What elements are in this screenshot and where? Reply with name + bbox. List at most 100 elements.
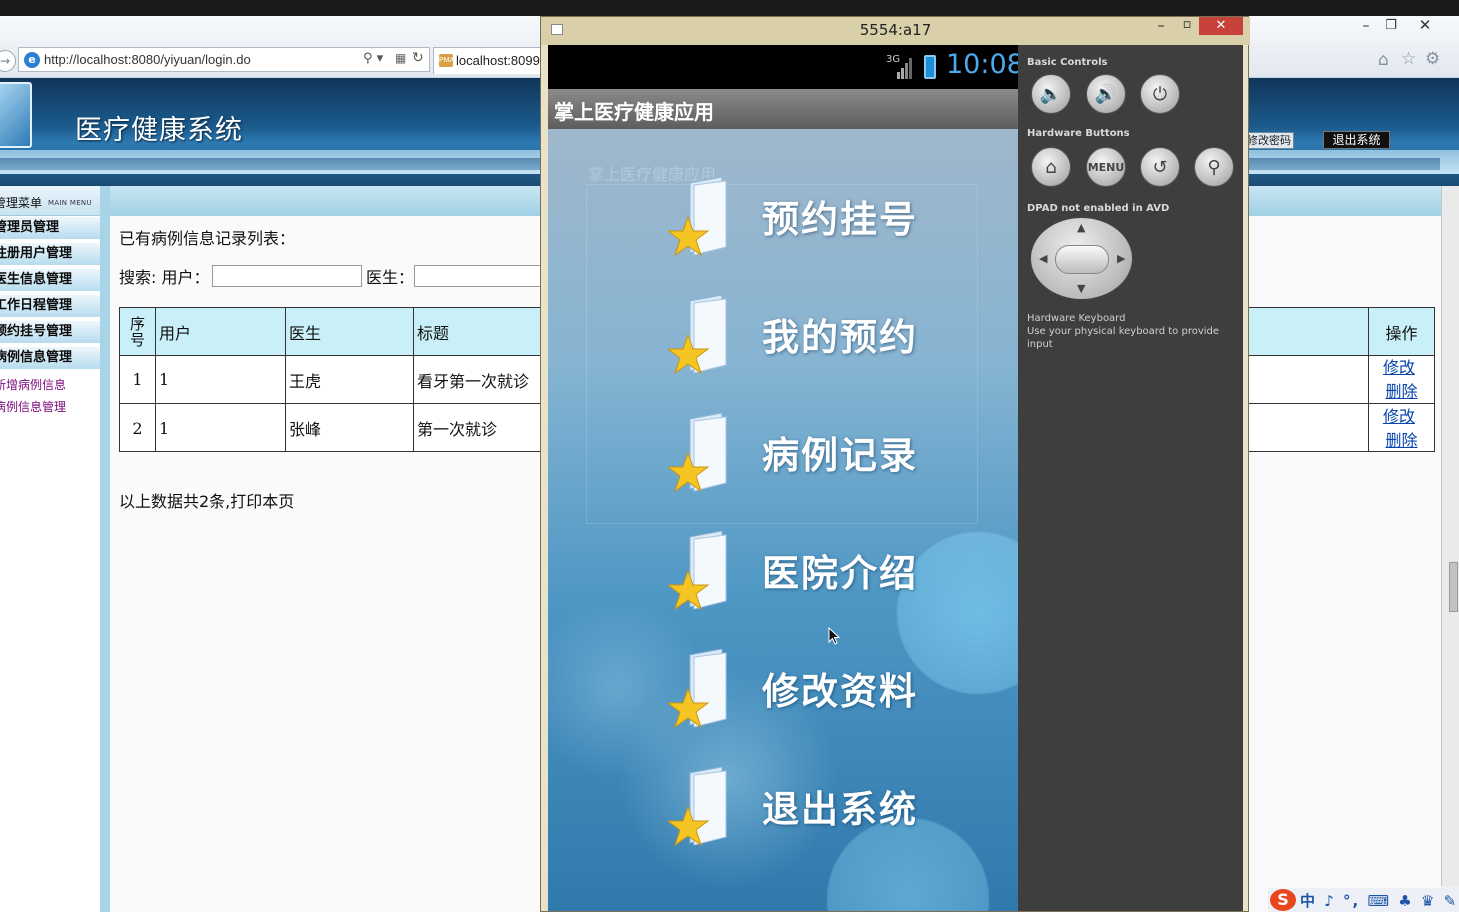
col-header-user: 用户 [156,308,286,356]
address-bar[interactable]: e http://localhost:8080/yiyuan/login.do … [18,47,430,72]
delete-link[interactable]: 删除 [1385,431,1417,450]
edit-link[interactable]: 修改 [1383,358,1415,377]
tab-favicon-icon: PMA [439,54,454,67]
cell-user: 1 [156,356,286,404]
menu-button[interactable]: MENU [1086,147,1126,187]
col-header-doctor: 医生 [286,308,414,356]
user-label: 用户： [161,268,210,287]
menu-tile-case-records[interactable]: 病例记录 [658,411,998,503]
menu-tile-my-appointments[interactable]: 我的预约 [658,293,998,385]
ime-status-icons[interactable]: 中 ♪ °, ⌨ ♣ ♛ ✎ [1300,890,1458,911]
search-doctor-label: 医生： [366,268,415,287]
folder-star-icon [668,413,727,493]
delete-link[interactable]: 删除 [1385,382,1417,401]
dpad-up-icon[interactable]: ▲ [1077,221,1085,234]
search-doctor-input[interactable] [414,265,554,287]
dpad-right-icon[interactable]: ▶ [1117,252,1125,265]
page-scrollbar[interactable] [1441,186,1459,886]
folder-star-icon [668,649,727,729]
basic-controls-heading: Basic Controls [1027,57,1108,68]
menu-tile-edit-profile[interactable]: 修改资料 [658,647,998,739]
folder-star-icon [668,767,727,847]
refresh-icon[interactable]: ↻ [412,50,424,66]
col-header-index: 序号 [120,308,156,356]
screen: → e http://localhost:8080/yiyuan/login.d… [0,0,1459,912]
ie-logo-icon: e [24,52,40,68]
cell-ops: 修改 删除 [1369,356,1434,404]
restore-icon[interactable]: ❐ [1380,18,1402,38]
search-user-label: 搜索: 用户： [119,264,210,288]
browser-tab[interactable]: PMA localhost:8099 [433,47,545,74]
volume-up-icon[interactable]: 🔊 [1086,74,1126,114]
col-header-ops: 操作 [1369,308,1434,356]
keyboard-hint: Use your physical keyboard to provide in… [1027,326,1220,350]
cell-index: 2 [120,404,156,452]
folder-star-icon [668,531,727,611]
ime-toolbar: S 中 ♪ °, ⌨ ♣ ♛ ✎ [1268,888,1459,912]
home-icon[interactable]: ⌂ [1031,147,1071,187]
back-arrow-icon[interactable]: → [0,50,16,72]
home-icon[interactable]: ⌂ [1378,50,1389,70]
close-icon[interactable]: ✕ [1405,16,1445,38]
edit-link[interactable]: 修改 [1383,407,1415,426]
menu-label: 病例记录 [762,434,918,477]
volume-down-icon[interactable]: 🔈 [1031,74,1071,114]
compatibility-view-icon[interactable]: ▦ [395,51,406,65]
submenu-add-case[interactable]: 新增病例信息 [0,376,66,393]
cell-ops: 修改 删除 [1369,404,1434,452]
sidebar-item-doctors[interactable]: 医生信息管理 [0,269,100,293]
search-user-input[interactable] [212,265,362,287]
emulator-controls: Basic Controls 🔈 🔊 ⏻ Hardware Buttons ⌂ … [1018,45,1243,911]
app-title: 掌上医疗健康应用 [554,100,714,124]
menu-label: 医院介绍 [762,552,918,595]
change-password-button[interactable]: 修改密码 [1246,132,1294,149]
search-label: 搜索: [119,268,157,287]
menu-tile-hospital-intro[interactable]: 医院介绍 [658,529,998,621]
battery-charging-icon [924,55,936,79]
menu-tile-appointment[interactable]: 预约挂号 [658,175,998,267]
menu-label: 修改资料 [762,670,918,713]
back-icon[interactable]: ↺ [1140,147,1180,187]
sidebar-item-users[interactable]: 注册用户管理 [0,243,100,267]
dpad-left-icon[interactable]: ◀ [1039,252,1047,265]
dpad-down-icon[interactable]: ▼ [1077,282,1085,295]
minimize-icon[interactable]: – [1151,18,1171,34]
cell-doctor: 张峰 [286,404,414,452]
phone-screen: 3G 10:08 掌上医疗健康应用 掌上医疗健康应用 预约挂号 我的预约 病例记… [548,45,1024,911]
menu-subtitle: MAIN MENU [48,199,92,207]
sidebar-item-schedule[interactable]: 工作日程管理 [0,295,100,319]
dpad[interactable]: ▲ ▼ ◀ ▶ [1030,217,1133,300]
menu-title: 管理菜单 [0,196,43,210]
tab-label: localhost:8099 [456,53,540,68]
gear-icon[interactable]: ⚙ [1425,49,1440,69]
dpad-note: DPAD not enabled in AVD [1027,203,1170,214]
submenu-manage-cases[interactable]: 病例信息管理 [0,398,66,415]
sidebar-item-cases[interactable]: 病例信息管理 [0,347,100,371]
power-icon[interactable]: ⏻ [1140,74,1180,114]
menu-label: 退出系统 [762,788,918,831]
menu-label: 我的预约 [762,316,918,359]
search-row: 搜索: 用户： 医生： [119,264,579,290]
sogou-ime-icon[interactable]: S [1270,889,1296,911]
sidebar-item-appointments[interactable]: 预约挂号管理 [0,321,100,345]
search-icon[interactable]: ⚲ ▾ [363,51,383,66]
cell-index: 1 [120,356,156,404]
system-title: 医疗健康系统 [75,115,243,146]
cell-user: 1 [156,404,286,452]
address-url[interactable]: http://localhost:8080/yiyuan/login.do [44,52,251,67]
menu-tile-exit[interactable]: 退出系统 [658,765,998,857]
logout-button[interactable]: 退出系统 [1323,131,1390,149]
maximize-icon[interactable]: ▫ [1177,17,1197,32]
menu-header: 管理菜单 MAIN MENU [0,186,100,216]
minimize-icon[interactable]: – [1355,18,1377,38]
sidebar-item-admin[interactable]: 管理员管理 [0,217,100,241]
status-bar: 3G 10:08 [548,45,1024,89]
close-icon[interactable]: ✕ [1199,17,1243,35]
emulator-titlebar: 5554:a17 – ▫ ✕ [541,17,1250,45]
dpad-center[interactable] [1055,245,1109,274]
menu-label: 预约挂号 [762,198,918,241]
favorites-star-icon[interactable]: ☆ [1401,49,1416,69]
search-icon[interactable]: ⚲ [1194,147,1234,187]
scrollbar-thumb[interactable] [1449,562,1458,612]
keyboard-note: Hardware Keyboard Use your physical keyb… [1027,312,1243,351]
